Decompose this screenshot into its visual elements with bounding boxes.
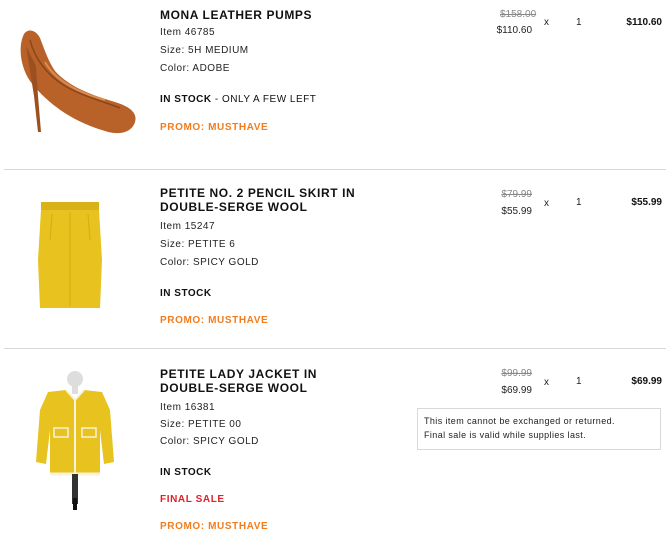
stock-status: IN STOCK (160, 288, 212, 299)
sale-price: $69.99 (501, 385, 532, 396)
item-color: Color: SPICY GOLD (160, 436, 259, 447)
item-number: Item 15247 (160, 221, 216, 232)
quantity[interactable]: 1 (576, 376, 582, 387)
quantity[interactable]: 1 (576, 17, 582, 28)
times-sign: x (544, 198, 549, 209)
stock-status: IN STOCK - ONLY A FEW LEFT (160, 94, 316, 105)
product-name[interactable]: MONA LEATHER PUMPS (160, 9, 312, 22)
original-price: $99.99 (501, 368, 532, 379)
product-image-jacket[interactable] (30, 370, 120, 510)
item-size: Size: 5H MEDIUM (160, 45, 249, 56)
item-color: Color: ADOBE (160, 63, 230, 74)
line-total: $110.60 (626, 17, 662, 28)
original-price: $79.99 (501, 189, 532, 200)
times-sign: x (544, 17, 549, 28)
product-name-line2[interactable]: DOUBLE-SERGE WOOL (160, 201, 308, 214)
promo-code: PROMO: MUSTHAVE (160, 521, 269, 532)
line-total: $55.99 (631, 197, 662, 208)
times-sign: x (544, 377, 549, 388)
line-total: $69.99 (631, 376, 662, 387)
item-size: Size: PETITE 6 (160, 239, 236, 250)
stock-status-label: IN STOCK (160, 94, 212, 105)
final-sale-notice: This item cannot be exchanged or returne… (417, 408, 661, 450)
promo-code: PROMO: MUSTHAVE (160, 122, 269, 133)
item-divider (4, 169, 666, 170)
product-image-skirt[interactable] (32, 200, 112, 312)
shopping-bag-list: MONA LEATHER PUMPS Item 46785 Size: 5H M… (0, 0, 670, 539)
notice-line: This item cannot be exchanged or returne… (424, 416, 615, 426)
sale-price: $110.60 (496, 25, 532, 36)
sale-price: $55.99 (501, 206, 532, 217)
final-sale-badge: FINAL SALE (160, 494, 225, 505)
product-name-line2[interactable]: DOUBLE-SERGE WOOL (160, 382, 308, 395)
promo-code: PROMO: MUSTHAVE (160, 315, 269, 326)
item-number: Item 46785 (160, 27, 216, 38)
item-divider (4, 348, 666, 349)
stock-status-label: IN STOCK (160, 288, 212, 299)
quantity[interactable]: 1 (576, 197, 582, 208)
item-number: Item 16381 (160, 402, 216, 413)
stock-status: IN STOCK (160, 467, 212, 478)
product-image-pumps[interactable] (10, 26, 140, 136)
product-name-line1[interactable]: PETITE NO. 2 PENCIL SKIRT IN (160, 187, 355, 200)
stock-status-note: - ONLY A FEW LEFT (211, 94, 317, 105)
item-color: Color: SPICY GOLD (160, 257, 259, 268)
original-price: $158.00 (500, 9, 537, 20)
stock-status-label: IN STOCK (160, 467, 212, 478)
notice-line: Final sale is valid while supplies last. (424, 430, 587, 440)
product-name-line1[interactable]: PETITE LADY JACKET IN (160, 368, 317, 381)
item-size: Size: PETITE 00 (160, 419, 242, 430)
